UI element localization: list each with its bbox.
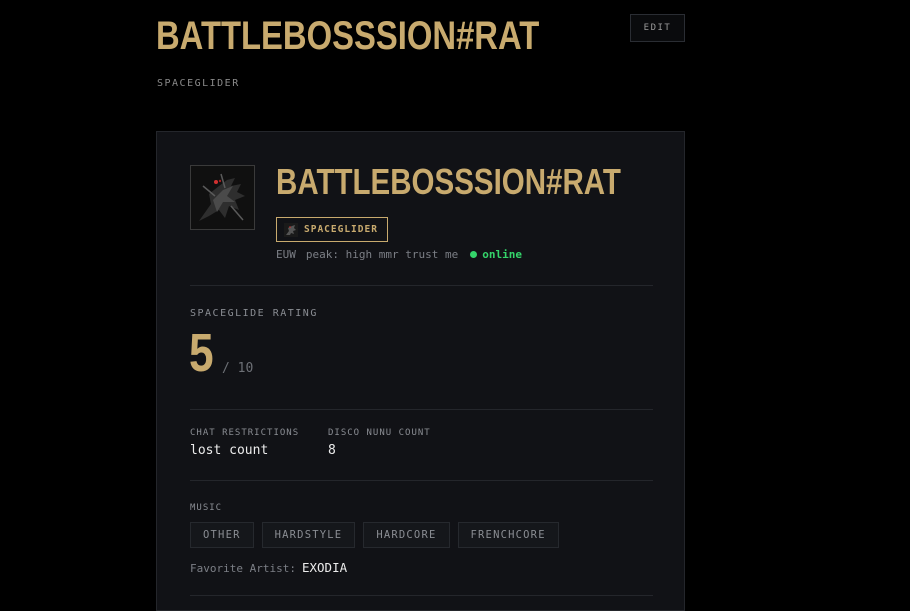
stat-value-chat-restrictions: lost count	[190, 443, 269, 458]
profile-name: BATTLEBOSSSION#RAT	[276, 161, 621, 202]
divider	[190, 595, 653, 596]
favorite-artist: Favorite Artist: EXODIA	[190, 560, 347, 575]
page-subtitle: SPACEGLIDER	[157, 78, 240, 89]
region-label: EUW	[276, 248, 296, 261]
music-tag: FRENCHCORE	[457, 522, 559, 548]
music-tag: HARDSTYLE	[261, 522, 356, 548]
stat-label-disco-nunu: DISCO NUNU COUNT	[328, 428, 431, 438]
music-label: MUSIC	[190, 503, 223, 513]
rank-avatar-icon	[284, 222, 298, 237]
music-tag: OTHER	[190, 522, 254, 548]
rating-max: / 10	[222, 361, 254, 376]
avatar	[190, 165, 255, 230]
divider	[190, 285, 653, 286]
profile-card: BATTLEBOSSSION#RAT SPACEGLIDER EUW peak:…	[156, 131, 685, 611]
favorite-artist-label: Favorite Artist:	[190, 562, 296, 575]
favorite-artist-name: EXODIA	[301, 560, 348, 575]
divider	[190, 480, 653, 481]
page-title: BATTLEBOSSSION#RAT	[156, 14, 540, 58]
stat-label-chat-restrictions: CHAT RESTRICTIONS	[190, 428, 300, 438]
rank-badge: SPACEGLIDER	[276, 217, 388, 242]
online-status: online	[470, 248, 522, 261]
rank-label: SPACEGLIDER	[304, 224, 378, 235]
music-tags: OTHER HARDSTYLE HARDCORE FRENCHCORE	[190, 522, 559, 548]
stat-value-disco-nunu: 8	[328, 443, 336, 458]
divider	[190, 409, 653, 410]
avatar-image	[191, 166, 254, 229]
rating-label: SPACEGLIDE RATING	[190, 308, 318, 319]
edit-button[interactable]: EDIT	[630, 14, 685, 42]
profile-meta: EUW peak: high mmr trust me online	[276, 248, 522, 261]
peak-text: peak: high mmr trust me	[305, 248, 459, 261]
status-text: online	[482, 248, 522, 261]
status-dot-icon	[470, 251, 478, 258]
rating-value: 5	[189, 323, 214, 383]
music-tag: HARDCORE	[363, 522, 450, 548]
